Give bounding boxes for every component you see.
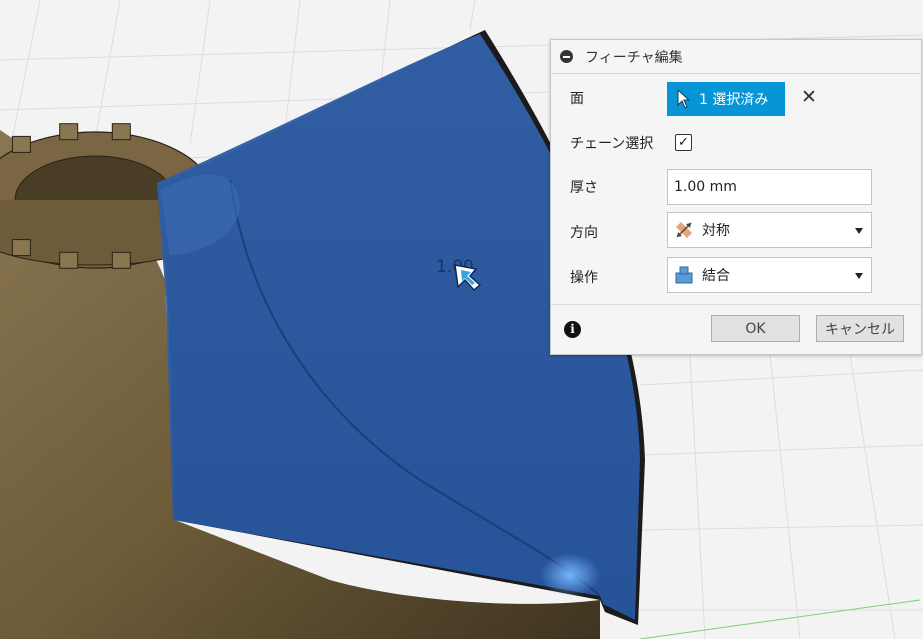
dialog-footer: i OK キャンセル	[551, 304, 921, 355]
castellation-tooth	[59, 251, 79, 269]
thickness-field[interactable]	[667, 169, 872, 205]
operation-select[interactable]: 結合	[667, 257, 872, 293]
chevron-down-icon	[855, 228, 863, 234]
dialog-title-bar[interactable]: フィーチャ編集	[551, 40, 921, 74]
edit-feature-dialog: フィーチャ編集 面 1 選択済み ✕ チェーン選択 ✓ 厚さ 方向 対称	[550, 39, 922, 355]
direction-row: 方向 対称	[551, 212, 921, 252]
dialog-title: フィーチャ編集	[585, 49, 683, 66]
castellation-tooth	[11, 135, 31, 153]
operation-value: 結合	[702, 268, 730, 284]
thickness-row: 厚さ	[551, 167, 921, 207]
symmetric-icon	[676, 222, 692, 238]
castellation-tooth	[11, 239, 31, 257]
face-selection-label: 1 選択済み	[699, 92, 769, 108]
castellation-tooth	[59, 123, 79, 141]
thickness-label: 厚さ	[570, 180, 598, 196]
join-icon	[675, 266, 693, 284]
thickness-input[interactable]	[674, 179, 854, 195]
castellation-tooth	[111, 251, 131, 269]
chevron-down-icon	[855, 273, 863, 279]
chain-selection-checkbox[interactable]: ✓	[675, 134, 692, 151]
chain-row: チェーン選択 ✓	[551, 123, 921, 163]
clear-selection-icon[interactable]: ✕	[801, 88, 817, 107]
cursor-icon	[677, 89, 691, 109]
operation-row: 操作 結合	[551, 257, 921, 297]
info-icon[interactable]: i	[564, 321, 581, 338]
face-row: 面 1 選択済み ✕	[551, 78, 921, 118]
direction-select[interactable]: 対称	[667, 212, 872, 248]
ok-button[interactable]: OK	[711, 315, 800, 342]
direction-value: 対称	[702, 223, 730, 239]
collapse-icon[interactable]	[560, 50, 573, 63]
castellation-tooth	[111, 123, 131, 141]
cancel-button[interactable]: キャンセル	[816, 315, 904, 342]
chain-label: チェーン選択	[570, 136, 654, 152]
face-label: 面	[570, 91, 584, 107]
direction-label: 方向	[570, 225, 598, 241]
face-selection-button[interactable]: 1 選択済み	[667, 82, 785, 116]
operation-label: 操作	[570, 270, 598, 286]
